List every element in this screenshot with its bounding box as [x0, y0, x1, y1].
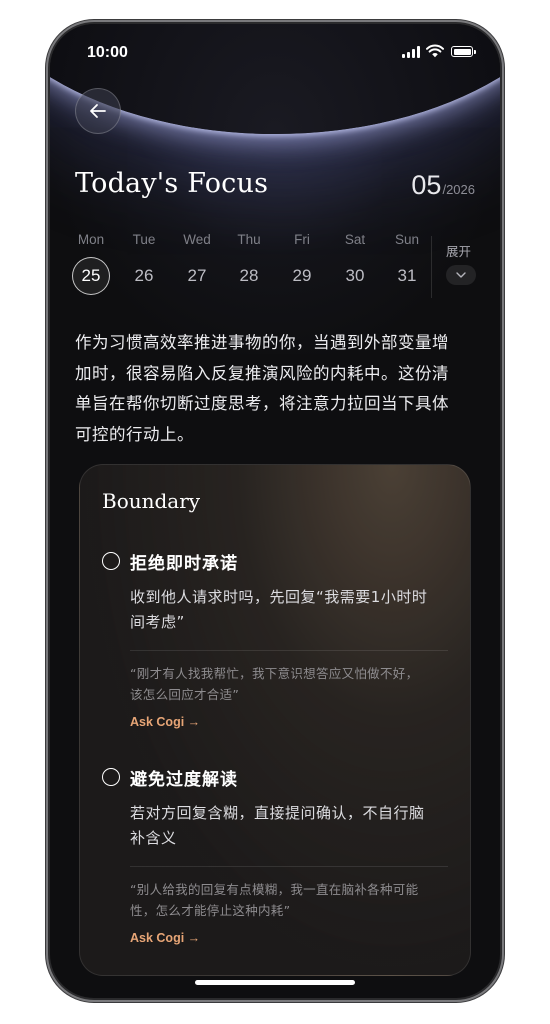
checkbox-circle-icon[interactable] [102, 768, 120, 786]
item-title: 避免过度解读 [130, 770, 238, 790]
status-bar: 10:00 [50, 24, 500, 80]
day-wed[interactable]: Wed 27 [177, 231, 217, 295]
item-title: 拒绝即时承诺 [130, 554, 238, 574]
chevron-down-icon [456, 272, 466, 278]
week-strip: Mon 25 Tue 26 Wed 27 Thu 28 Fri 29 Sat 3… [71, 231, 427, 299]
signal-icon [402, 46, 420, 58]
checklist-item: 拒绝即时承诺 收到他人请求时吗，先回复“我需要1小时时 间考虑” “刚才有人找我… [102, 549, 452, 739]
day-name: Sun [394, 232, 420, 247]
arrow-left-icon [90, 104, 106, 118]
card-title: Boundary [102, 489, 201, 513]
day-date[interactable]: 28 [230, 257, 268, 295]
day-name: Wed [183, 232, 211, 247]
example-quote-line: “别人给我的回复有点模糊，我一直在脑补各种可能 [130, 882, 419, 897]
day-date[interactable]: 30 [336, 257, 374, 295]
battery-icon [451, 46, 476, 57]
ask-cogi-link[interactable]: Ask Cogi → [130, 931, 200, 945]
item-description: 若对方回复含糊，直接提问确认，不自行脑 补含义 [130, 801, 448, 851]
example-quote: “别人给我的回复有点模糊，我一直在脑补各种可能 性，怎么才能停止这种内耗” [130, 879, 448, 921]
example-quote-line: 性，怎么才能停止这种内耗” [130, 903, 291, 918]
example-quote-line: “刚才有人找我帮忙，我下意识想答应又怕做不好， [130, 666, 419, 681]
day-date[interactable]: 29 [283, 257, 321, 295]
checklist-item: 避免过度解读 若对方回复含糊，直接提问确认，不自行脑 补含义 “别人给我的回复有… [102, 765, 452, 955]
item-description-line: 收到他人请求时吗，先回复“我需要1小时时 [130, 588, 428, 606]
home-indicator[interactable] [195, 980, 355, 985]
intro-paragraph: 作为习惯高效率推进事物的你，当遇到外部变量增 加时，很容易陷入反复推演风险的内耗… [75, 328, 477, 450]
month-number: 05 [411, 170, 442, 200]
item-description-line: 补含义 [130, 829, 177, 847]
month-indicator: 05 /2026 [411, 170, 475, 201]
intro-line: 单旨在帮你切断过度思考，将注意力拉回当下具体 [75, 394, 449, 413]
checkbox-circle-icon[interactable] [102, 552, 120, 570]
item-description-line: 间考虑” [130, 613, 185, 631]
divider [130, 866, 448, 867]
year-label: /2026 [442, 182, 475, 197]
example-quote-line: 该怎么回应才合适” [130, 687, 240, 702]
day-mon[interactable]: Mon 25 [71, 231, 111, 295]
day-name: Fri [294, 232, 310, 247]
item-description-line: 若对方回复含糊，直接提问确认，不自行脑 [130, 804, 425, 822]
divider [431, 236, 432, 298]
ask-cogi-link[interactable]: Ask Cogi → [130, 715, 200, 729]
example-quote: “刚才有人找我帮忙，我下意识想答应又怕做不好， 该怎么回应才合适” [130, 663, 448, 705]
day-date[interactable]: 26 [125, 257, 163, 295]
wifi-icon [426, 44, 444, 58]
day-sat[interactable]: Sat 30 [335, 231, 375, 295]
expand-label[interactable]: 展开 [446, 241, 471, 260]
day-date[interactable]: 27 [178, 257, 216, 295]
status-time: 10:00 [87, 44, 128, 61]
intro-line: 加时，很容易陷入反复推演风险的内耗中。这份清 [75, 363, 449, 383]
day-name: Sat [344, 232, 366, 247]
day-fri[interactable]: Fri 29 [282, 231, 322, 295]
day-sun[interactable]: Sun 31 [387, 231, 427, 295]
day-date[interactable]: 31 [388, 257, 426, 295]
day-date-selected[interactable]: 25 [72, 257, 110, 295]
day-name: Tue [132, 232, 156, 247]
day-thu[interactable]: Thu 28 [229, 231, 269, 295]
intro-line: 作为习惯高效率推进事物的你，当遇到外部变量增 [75, 333, 449, 352]
boundary-card: Boundary 拒绝即时承诺 收到他人请求时吗，先回复“我需要1小时时 间考虑… [79, 464, 471, 976]
intro-line: 可控的行动上。 [75, 424, 194, 444]
day-name: Thu [237, 232, 261, 247]
expand-button[interactable] [446, 265, 476, 285]
day-name: Mon [77, 232, 105, 247]
back-button[interactable] [75, 88, 121, 134]
divider [130, 650, 448, 651]
phone-screen: 10:00 Today's Focus 05 /2026 Mon 25 Tue [50, 24, 500, 998]
item-description: 收到他人请求时吗，先回复“我需要1小时时 间考虑” [130, 585, 448, 635]
day-tue[interactable]: Tue 26 [124, 231, 164, 295]
page-title: Today's Focus [75, 168, 269, 199]
